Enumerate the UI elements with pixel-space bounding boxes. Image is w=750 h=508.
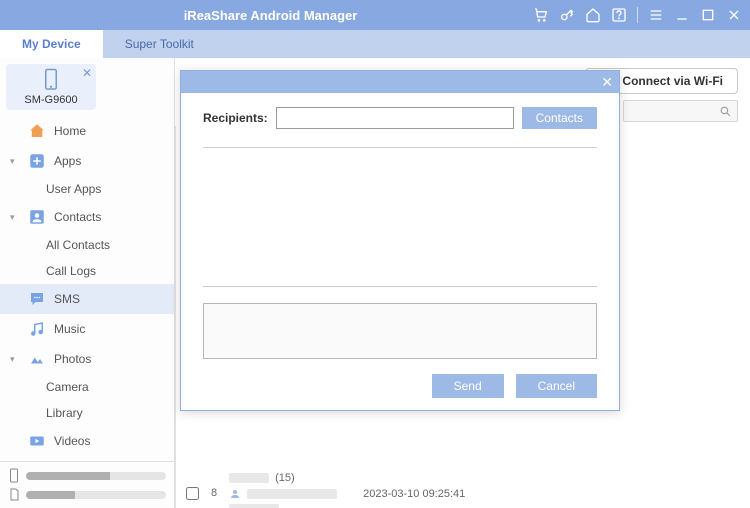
titlebar: iReaShare Android Manager: [0, 0, 750, 30]
maximize-icon[interactable]: [700, 7, 716, 23]
divider: [203, 286, 597, 287]
storage-sd: [8, 488, 166, 502]
nav-user-apps[interactable]: User Apps: [0, 176, 174, 202]
videos-icon: [28, 432, 46, 450]
sidebar: ✕ SM-G9600 Home ▾ Apps User Apps ▾ Conta…: [0, 58, 175, 508]
nav-label: Call Logs: [46, 264, 96, 278]
nav-camera[interactable]: Camera: [0, 374, 174, 400]
device-name: SM-G9600: [24, 94, 77, 106]
close-icon[interactable]: [726, 7, 742, 23]
phone-small-icon: [8, 468, 20, 484]
chevron-down-icon[interactable]: ▾: [10, 354, 20, 365]
cart-icon[interactable]: [533, 7, 549, 23]
nav-call-logs[interactable]: Call Logs: [0, 258, 174, 284]
nav-photos[interactable]: ▾ Photos: [0, 344, 174, 374]
list-row[interactable]: 8 (15) 2023-03-10 09:25:41: [176, 466, 738, 508]
nav-label: User Apps: [46, 182, 101, 196]
storage-internal: [8, 468, 166, 484]
nav-label: Contacts: [54, 210, 101, 224]
nav-label: Photos: [54, 352, 91, 366]
key-icon[interactable]: [559, 7, 575, 23]
compose-sms-dialog: ✕ Recipients: Contacts Send Cancel: [180, 70, 620, 411]
apps-icon: [28, 152, 46, 170]
titlebar-controls: [533, 7, 742, 23]
nav-library[interactable]: Library: [0, 400, 174, 426]
tab-my-device[interactable]: My Device: [0, 30, 103, 58]
chevron-down-icon[interactable]: ▾: [10, 156, 20, 167]
recipients-input[interactable]: [276, 107, 514, 129]
minimize-icon[interactable]: [674, 7, 690, 23]
nav-label: All Contacts: [46, 238, 110, 252]
storage-bar-area: [0, 461, 174, 508]
tab-super-toolkit[interactable]: Super Toolkit: [103, 30, 216, 58]
dialog-close-icon[interactable]: ✕: [601, 74, 613, 91]
nav-tree: Home ▾ Apps User Apps ▾ Contacts All Con…: [0, 116, 174, 461]
nav-apps[interactable]: ▾ Apps: [0, 146, 174, 176]
separator: [637, 7, 638, 23]
row-count: (15): [275, 472, 295, 484]
sd-icon: [8, 488, 20, 502]
nav-label: Apps: [54, 154, 81, 168]
search-input[interactable]: [623, 100, 738, 122]
nav-label: Videos: [54, 434, 90, 448]
nav-home[interactable]: Home: [0, 116, 174, 146]
divider: [203, 147, 597, 148]
contacts-icon: [28, 208, 46, 226]
menu-icon[interactable]: [648, 7, 664, 23]
nav-label: Camera: [46, 380, 89, 394]
help-icon[interactable]: [611, 7, 627, 23]
nav-label: Home: [54, 124, 86, 138]
row-date: 2023-03-10 09:25:41: [363, 488, 465, 500]
nav-contacts[interactable]: ▾ Contacts: [0, 202, 174, 232]
message-preview: [203, 158, 597, 286]
recipients-label: Recipients:: [203, 111, 268, 125]
dialog-titlebar[interactable]: ✕: [181, 71, 619, 93]
tabbar: My Device Super Toolkit: [0, 30, 750, 58]
message-textarea[interactable]: [203, 303, 597, 359]
device-close-icon[interactable]: ✕: [82, 66, 92, 80]
search-icon: [719, 105, 732, 118]
music-icon: [28, 320, 46, 338]
person-icon: [229, 488, 241, 500]
row-number: 8: [211, 487, 217, 499]
nav-all-contacts[interactable]: All Contacts: [0, 232, 174, 258]
phone-icon: [42, 68, 60, 92]
nav-label: SMS: [54, 292, 80, 306]
nav-videos[interactable]: Videos: [0, 426, 174, 456]
sms-icon: [28, 290, 46, 308]
nav-music[interactable]: Music: [0, 314, 174, 344]
send-button[interactable]: Send: [432, 374, 504, 398]
nav-sms[interactable]: SMS: [0, 284, 174, 314]
app-title: iReaShare Android Manager: [8, 8, 533, 23]
nav-label: Library: [46, 406, 83, 420]
photos-icon: [28, 350, 46, 368]
home-icon[interactable]: [585, 7, 601, 23]
chevron-down-icon[interactable]: ▾: [10, 212, 20, 223]
wifi-button-label: Connect via Wi-Fi: [622, 74, 723, 88]
home-nav-icon: [28, 122, 46, 140]
device-chip[interactable]: ✕ SM-G9600: [6, 64, 96, 110]
contacts-button[interactable]: Contacts: [522, 107, 597, 129]
cancel-button[interactable]: Cancel: [516, 374, 597, 398]
nav-label: Music: [54, 322, 85, 336]
row-checkbox[interactable]: [186, 487, 199, 500]
